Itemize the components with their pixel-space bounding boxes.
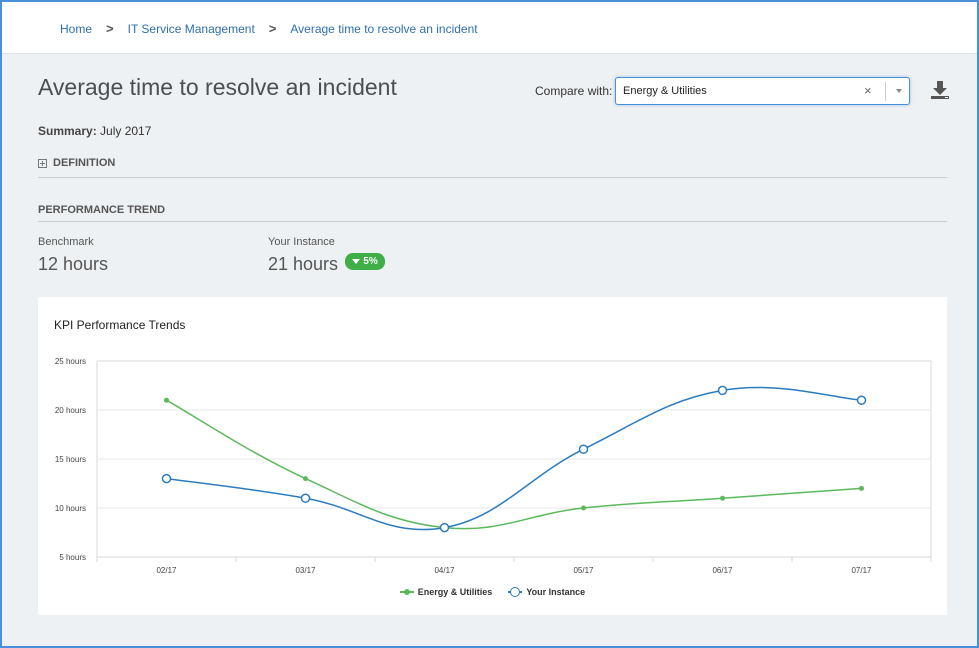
data-point (439, 522, 450, 533)
select-divider (885, 82, 886, 101)
benchmark-label: Benchmark (38, 236, 94, 248)
x-tick-label: 05/17 (573, 566, 594, 575)
plus-box-icon (38, 158, 47, 168)
chart-card: KPI Performance Trends 25 hours 20 hours 1… (38, 297, 947, 615)
y-tick-label: 20 hours (55, 406, 86, 415)
chart-legend: Energy & Utilities Your Instance (38, 587, 947, 597)
kpi-chart: 25 hours 20 hours 15 hours 10 hours 5 hours 0… (55, 357, 932, 575)
legend-label: Your Instance (526, 587, 586, 597)
compare-select-value: Energy & Utilities (623, 85, 707, 97)
benchmark-value: 12 hours (38, 254, 109, 274)
x-tick-label: 02/17 (156, 566, 177, 575)
x-tick-label: 04/17 (434, 566, 455, 575)
performance-trend-title: PERFORMANCE TREND (38, 204, 166, 216)
breadcrumb-it-service-management[interactable]: IT Service Management (128, 22, 255, 36)
triangle-down-icon (352, 259, 361, 264)
series-line (166, 399, 862, 530)
blue-ring-line-icon (508, 587, 523, 597)
data-point (720, 495, 725, 501)
page-title: Average time to resolve an incident (38, 74, 397, 100)
data-point (303, 476, 308, 482)
summary-value: July 2017 (100, 124, 152, 138)
compare-label: Compare with: (535, 84, 613, 98)
green-dot-line-icon (399, 587, 414, 597)
legend-label: Energy & Utilities (417, 587, 493, 597)
legend-item-your-instance[interactable]: Your Instance (508, 587, 585, 597)
y-tick-label: 5 hours (59, 553, 86, 562)
data-point (581, 505, 586, 511)
data-point (300, 493, 311, 503)
x-tick-label: 03/17 (295, 566, 316, 575)
data-point (717, 385, 728, 396)
summary-label: Summary: (38, 124, 97, 138)
y-tick-label: 10 hours (55, 504, 86, 513)
compare-select[interactable]: Energy & Utilities × (615, 77, 910, 105)
definition-label: DEFINITION (53, 157, 116, 169)
download-icon[interactable] (929, 79, 951, 101)
breadcrumb-separator-icon: > (268, 21, 277, 36)
chevron-down-icon[interactable] (896, 89, 902, 93)
app-frame: Home > IT Service Management > Average t… (0, 0, 979, 648)
data-point (161, 473, 172, 484)
instance-value: 21 hours (268, 254, 339, 274)
top-bar: Home > IT Service Management > Average t… (2, 2, 977, 54)
x-tick-label: 06/17 (712, 566, 733, 575)
summary: Summary: July 2017 (38, 124, 151, 138)
divider (38, 221, 947, 222)
data-point (856, 395, 867, 405)
change-badge: 5% (345, 253, 385, 270)
y-tick-label: 25 hours (55, 357, 86, 366)
breadcrumb-home[interactable]: Home (60, 22, 92, 36)
definition-toggle[interactable]: DEFINITION (38, 157, 115, 169)
y-tick-label: 15 hours (55, 455, 86, 464)
divider (38, 177, 947, 178)
data-point (859, 485, 864, 491)
change-badge-text: 5% (363, 256, 378, 267)
breadcrumb-separator-icon: > (106, 21, 114, 36)
data-point (578, 444, 589, 454)
x-tick-label: 07/17 (851, 566, 872, 575)
legend-item-energy-utilities[interactable]: Energy & Utilities (399, 587, 493, 597)
breadcrumb-current-page[interactable]: Average time to resolve an incident (290, 22, 477, 36)
breadcrumb: Home > IT Service Management > Average t… (60, 21, 478, 36)
data-point (164, 397, 169, 403)
instance-label: Your Instance (268, 236, 335, 248)
clear-icon[interactable]: × (864, 83, 872, 98)
